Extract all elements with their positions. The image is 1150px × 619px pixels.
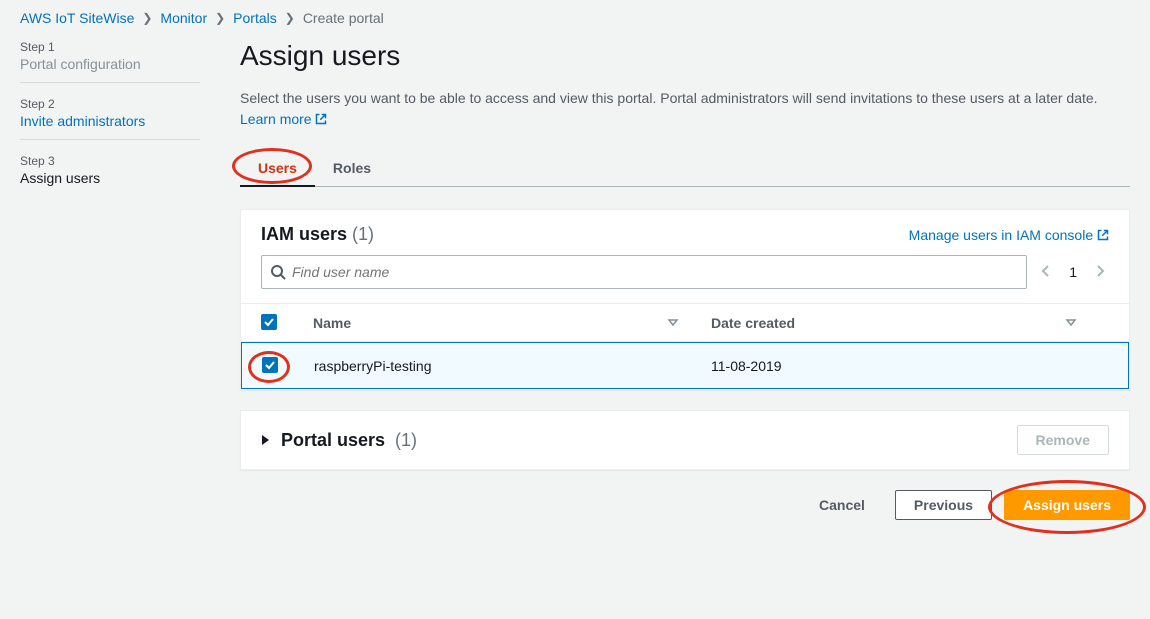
footer-actions: Cancel Previous Assign users [240,490,1130,520]
chevron-left-icon [1041,264,1051,278]
wizard-step-2[interactable]: Step 2 Invite administrators [20,93,200,140]
tab-roles[interactable]: Roles [315,150,389,186]
portal-users-title: Portal users [281,430,385,451]
chevron-right-icon: ❯ [142,11,152,25]
wizard-step-title: Portal configuration [20,56,200,72]
tab-users[interactable]: Users [240,150,315,186]
select-all-checkbox[interactable] [261,314,277,330]
check-icon [263,316,275,328]
check-icon [264,359,276,371]
wizard-nav: Step 1 Portal configuration Step 2 Invit… [20,34,200,520]
wizard-step-title: Assign users [20,170,200,186]
chevron-right-icon: ❯ [215,11,225,25]
remove-button[interactable]: Remove [1017,425,1109,455]
portal-users-panel: Portal users (1) Remove [240,410,1130,470]
iam-users-panel: IAM users (1) Manage users in IAM consol… [240,209,1130,390]
wizard-step-num: Step 3 [20,154,200,168]
cancel-button[interactable]: Cancel [801,491,883,519]
portal-users-count: (1) [395,430,417,451]
breadcrumb-sitewise[interactable]: AWS IoT SiteWise [20,10,134,26]
sort-icon[interactable] [667,315,679,331]
iam-users-title-text: IAM users [261,224,347,244]
breadcrumb-monitor[interactable]: Monitor [160,10,207,26]
cell-name: raspberryPi-testing [314,358,667,374]
col-name[interactable]: Name [313,315,667,331]
page-title: Assign users [240,40,1130,72]
row-checkbox[interactable] [262,357,278,373]
assign-users-button[interactable]: Assign users [1004,490,1130,520]
chevron-right-icon: ❯ [285,11,295,25]
sort-icon[interactable] [1065,315,1077,331]
wizard-step-num: Step 1 [20,40,200,54]
pager: 1 [1037,260,1109,285]
previous-button[interactable]: Previous [895,490,992,520]
caret-right-icon [261,434,271,446]
page-description: Select the users you want to be able to … [240,88,1130,130]
breadcrumb-portals[interactable]: Portals [233,10,277,26]
breadcrumb: AWS IoT SiteWise ❯ Monitor ❯ Portals ❯ C… [0,0,1150,34]
learn-more-link[interactable]: Learn more [240,111,327,127]
wizard-step-3: Step 3 Assign users [20,150,200,196]
search-input[interactable] [286,260,1018,284]
table-header: Name Date created [241,303,1129,342]
iam-users-title: IAM users (1) [261,224,374,245]
col-date[interactable]: Date created [711,315,1065,331]
wizard-step-1[interactable]: Step 1 Portal configuration [20,36,200,83]
wizard-step-title: Invite administrators [20,113,200,129]
search-icon [270,264,286,280]
table-row[interactable]: raspberryPi-testing 11-08-2019 [241,342,1129,389]
iam-users-count: (1) [352,224,374,244]
learn-more-text: Learn more [240,111,312,127]
search-input-wrap[interactable] [261,255,1027,289]
external-link-icon [1097,229,1109,241]
manage-iam-link[interactable]: Manage users in IAM console [909,227,1109,243]
breadcrumb-current: Create portal [303,10,384,26]
pager-prev[interactable] [1037,260,1055,285]
portal-users-expander[interactable]: Portal users (1) [261,430,417,451]
tabs: Users Roles [240,150,1130,187]
page-description-text: Select the users you want to be able to … [240,90,1098,106]
manage-iam-text: Manage users in IAM console [909,227,1093,243]
chevron-right-icon [1095,264,1105,278]
wizard-step-num: Step 2 [20,97,200,111]
pager-page-number: 1 [1069,264,1077,280]
pager-next[interactable] [1091,260,1109,285]
cell-date: 11-08-2019 [711,358,1064,374]
external-link-icon [315,113,327,125]
